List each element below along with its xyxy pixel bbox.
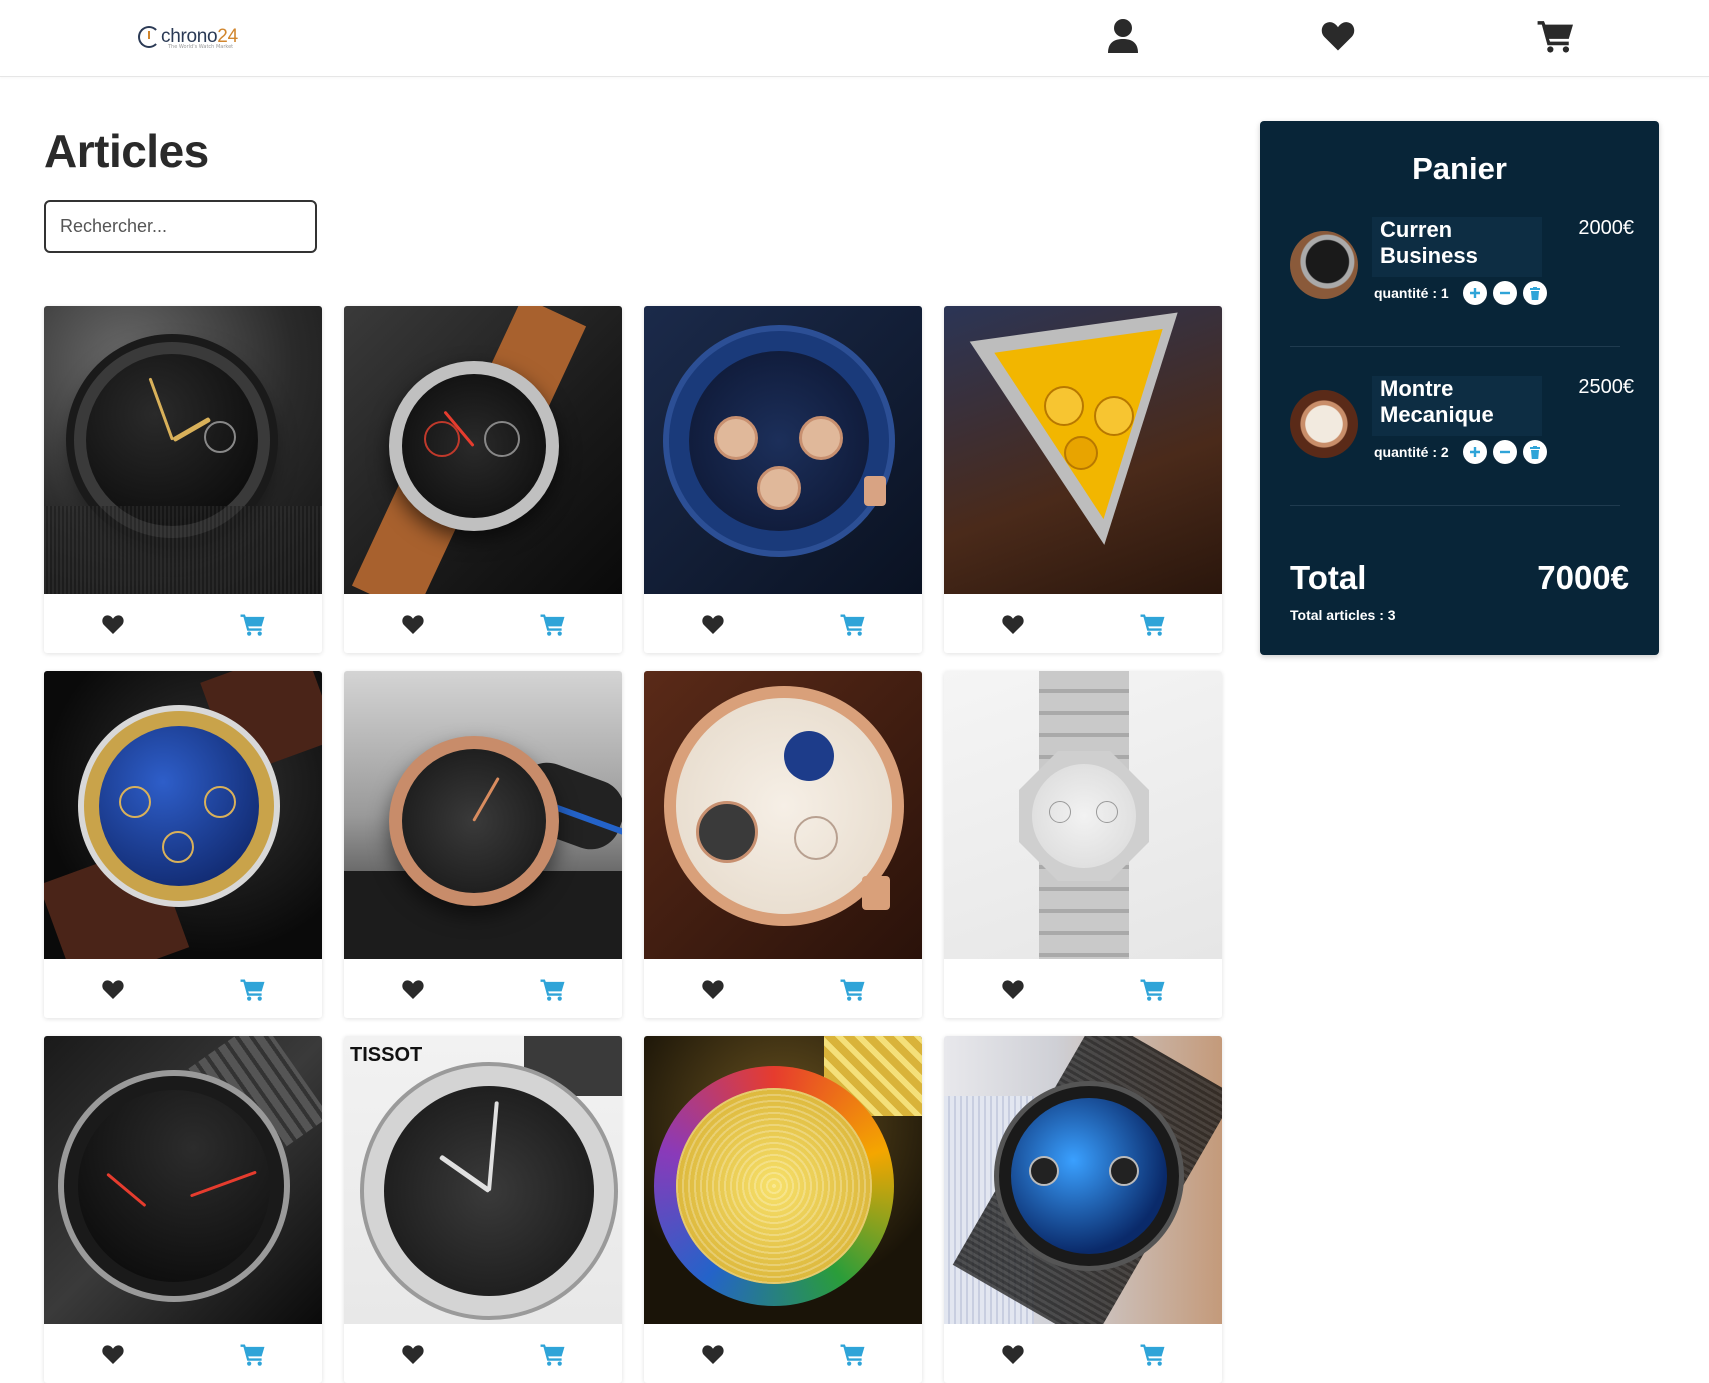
- cart-item-price: 2000€: [1578, 217, 1634, 239]
- cart-icon[interactable]: [839, 976, 867, 1002]
- cart-icon[interactable]: [239, 611, 267, 637]
- cart-icon[interactable]: [1139, 976, 1167, 1002]
- product-card[interactable]: [344, 671, 622, 1018]
- product-card[interactable]: [44, 671, 322, 1018]
- page-title: Articles: [44, 125, 209, 177]
- trash-icon: [1530, 286, 1540, 300]
- cart-total-label: Total: [1290, 559, 1367, 596]
- product-image[interactable]: [644, 306, 922, 594]
- logo-mark-icon: [138, 26, 160, 48]
- product-card[interactable]: [944, 306, 1222, 653]
- cart-icon[interactable]: [239, 976, 267, 1002]
- cart-item: Montre Mecanique 2500€ quantité : 2: [1290, 376, 1634, 496]
- product-card[interactable]: [44, 1036, 322, 1383]
- logo-tagline: The World's Watch Market: [168, 44, 234, 50]
- cart-icon[interactable]: [1139, 611, 1167, 637]
- product-image[interactable]: [344, 306, 622, 594]
- cart-icon[interactable]: [1139, 1341, 1167, 1367]
- decrease-quantity-button[interactable]: [1493, 440, 1517, 464]
- remove-item-button[interactable]: [1523, 440, 1547, 464]
- heart-icon[interactable]: [400, 1341, 426, 1367]
- plus-icon: [1470, 447, 1480, 457]
- cart-item-quantity: quantité : 1: [1374, 285, 1449, 301]
- product-image[interactable]: [344, 671, 622, 959]
- product-image[interactable]: TISSOT: [344, 1036, 622, 1324]
- cart-total-value: 7000€: [1537, 559, 1629, 596]
- trash-icon: [1530, 445, 1540, 459]
- cart-item-name: Montre Mecanique: [1380, 376, 1494, 427]
- heart-icon[interactable]: [100, 976, 126, 1002]
- product-card[interactable]: [644, 1036, 922, 1383]
- product-card[interactable]: [944, 1036, 1222, 1383]
- cart-icon[interactable]: [239, 1341, 267, 1367]
- product-card[interactable]: TISSOT: [344, 1036, 622, 1383]
- decrease-quantity-button[interactable]: [1493, 281, 1517, 305]
- plus-icon: [1470, 288, 1480, 298]
- cart-item-thumbnail: [1290, 231, 1358, 299]
- heart-icon[interactable]: [100, 1341, 126, 1367]
- product-card[interactable]: [944, 671, 1222, 1018]
- cart-panel: Panier Curren Business 2000€ quantité : …: [1260, 121, 1659, 655]
- divider: [1290, 505, 1620, 506]
- cart-icon[interactable]: [839, 1341, 867, 1367]
- increase-quantity-button[interactable]: [1463, 440, 1487, 464]
- product-image[interactable]: [44, 671, 322, 959]
- heart-icon[interactable]: [700, 1341, 726, 1367]
- product-image[interactable]: [644, 671, 922, 959]
- product-image[interactable]: [944, 306, 1222, 594]
- cart-title: Panier: [1412, 151, 1507, 186]
- product-card[interactable]: [344, 306, 622, 653]
- product-image[interactable]: [44, 306, 322, 594]
- heart-icon[interactable]: [100, 611, 126, 637]
- chrono24-logo[interactable]: chrono24 The World's Watch Market: [138, 22, 238, 52]
- cart-icon[interactable]: [539, 976, 567, 1002]
- cart-item-quantity: quantité : 2: [1374, 444, 1449, 460]
- top-navbar: chrono24 The World's Watch Market: [0, 0, 1709, 77]
- heart-icon[interactable]: [1000, 611, 1026, 637]
- product-image[interactable]: [644, 1036, 922, 1324]
- cart-icon[interactable]: [1536, 16, 1576, 56]
- cart-item-name: Curren Business: [1380, 217, 1478, 268]
- heart-icon[interactable]: [1000, 976, 1026, 1002]
- product-card[interactable]: [644, 671, 922, 1018]
- product-grid: TISSOT: [44, 306, 1224, 1383]
- heart-icon[interactable]: [400, 611, 426, 637]
- product-card[interactable]: [644, 306, 922, 653]
- product-card[interactable]: [44, 306, 322, 653]
- product-image[interactable]: [44, 1036, 322, 1324]
- cart-item: Curren Business 2000€ quantité : 1: [1290, 217, 1634, 337]
- user-icon[interactable]: [1103, 16, 1143, 56]
- cart-icon[interactable]: [539, 611, 567, 637]
- heart-icon[interactable]: [700, 976, 726, 1002]
- heart-icon[interactable]: [400, 976, 426, 1002]
- minus-icon: [1500, 450, 1510, 454]
- heart-icon[interactable]: [1000, 1341, 1026, 1367]
- cart-item-price: 2500€: [1578, 376, 1634, 398]
- product-image[interactable]: [944, 671, 1222, 959]
- cart-icon[interactable]: [839, 611, 867, 637]
- cart-total-articles: Total articles : 3: [1290, 607, 1396, 623]
- cart-item-thumbnail: [1290, 390, 1358, 458]
- product-image[interactable]: [944, 1036, 1222, 1324]
- heart-icon[interactable]: [1318, 16, 1358, 56]
- heart-icon[interactable]: [700, 611, 726, 637]
- remove-item-button[interactable]: [1523, 281, 1547, 305]
- cart-icon[interactable]: [539, 1341, 567, 1367]
- minus-icon: [1500, 291, 1510, 295]
- divider: [1290, 346, 1620, 347]
- search-input[interactable]: [44, 200, 317, 253]
- increase-quantity-button[interactable]: [1463, 281, 1487, 305]
